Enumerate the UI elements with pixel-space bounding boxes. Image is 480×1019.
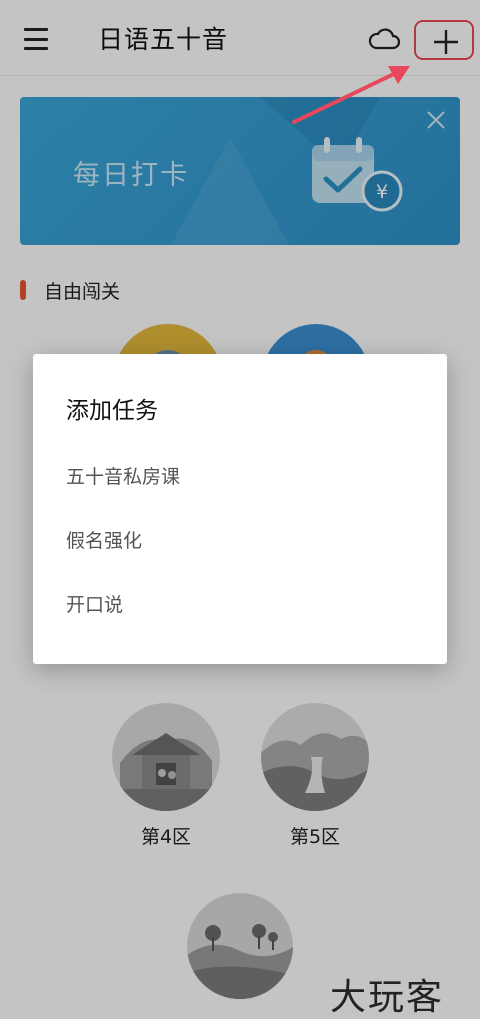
dialog-option-kana-practice[interactable]: 假名强化 (66, 526, 406, 553)
dialog-option-speaking[interactable]: 开口说 (66, 590, 406, 617)
add-task-dialog: 添加任务 五十音私房课 假名强化 开口说 (33, 354, 447, 664)
annotation-arrow-icon (292, 66, 410, 124)
watermark-logo: 大玩客 (330, 977, 445, 1018)
dialog-option-private-lesson[interactable]: 五十音私房课 (66, 462, 406, 489)
dialog-title: 添加任务 (66, 398, 158, 424)
